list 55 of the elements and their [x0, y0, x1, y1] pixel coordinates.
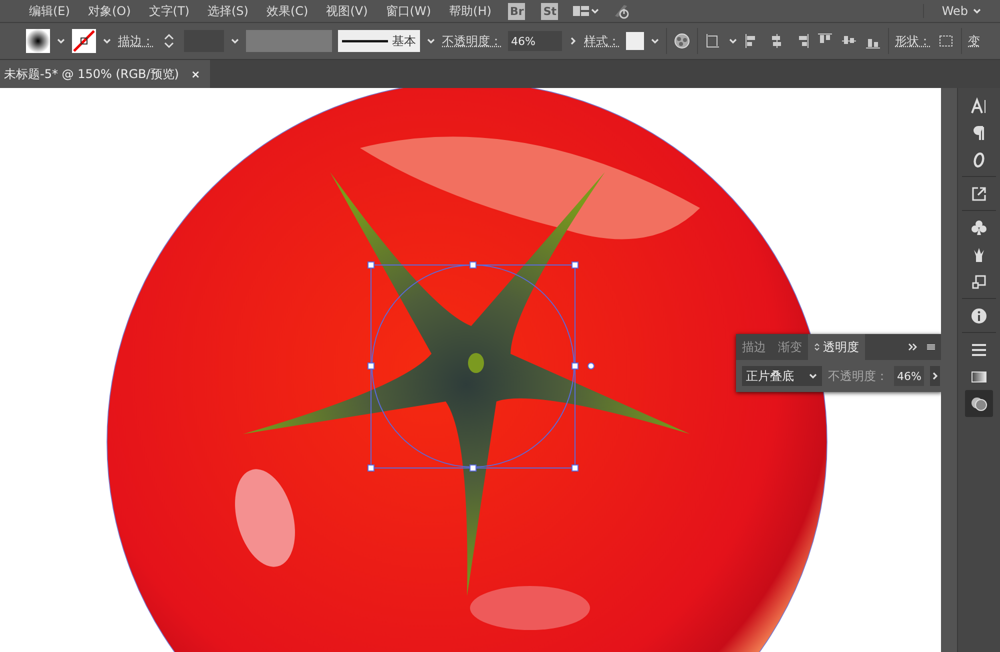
opacity-label: 不透明度：	[828, 368, 888, 384]
menu-item[interactable]: 窗口(W)	[376, 2, 440, 20]
chevron-right-icon	[930, 371, 940, 381]
panel-tab[interactable]: 渐变	[772, 334, 808, 360]
artboard-icon[interactable]	[704, 32, 722, 50]
line-icon	[342, 39, 388, 43]
chevron-down-icon[interactable]	[230, 36, 240, 46]
style-swatch[interactable]	[626, 32, 644, 50]
style-label: 样式：	[584, 32, 620, 50]
menu-icon[interactable]	[926, 342, 936, 352]
circles-icon	[970, 394, 988, 412]
workspace-switcher[interactable]: Web	[942, 4, 968, 18]
menu-item[interactable]: 文字(T)	[140, 2, 198, 20]
panel-tab[interactable]: 透明度	[808, 334, 865, 360]
panel-tab[interactable]: 描边	[736, 334, 772, 360]
stroke-label: 描边：	[118, 32, 154, 50]
chevron-down-icon[interactable]	[56, 36, 66, 46]
info-icon	[970, 306, 988, 324]
app-badge[interactable]: Br	[508, 2, 526, 20]
stroke-swatch[interactable]	[72, 29, 96, 53]
chevron-down-icon[interactable]	[426, 36, 436, 46]
chevron-down-icon	[808, 371, 818, 381]
opacity-field[interactable]: 46%	[508, 31, 562, 51]
selection-box[interactable]	[368, 262, 594, 472]
stroke-profile-dropdown[interactable]: 基本	[338, 30, 420, 52]
menu-item[interactable]: 编辑(E)	[20, 2, 79, 20]
chevron-down-icon[interactable]	[972, 6, 982, 16]
chevron-down-icon[interactable]	[650, 36, 660, 46]
variable-width-field[interactable]	[246, 30, 332, 52]
opacity-slider-button[interactable]	[930, 366, 940, 386]
updown-icon	[814, 342, 820, 352]
close-button[interactable]: ×	[191, 68, 200, 80]
transform-icon	[970, 272, 988, 290]
shape-label: 形状：	[895, 32, 931, 50]
panel-button[interactable]	[965, 390, 994, 417]
type-icon	[970, 96, 988, 114]
opacity-field[interactable]: 46%	[894, 366, 924, 386]
menu-item[interactable]: 选择(S)	[198, 2, 258, 20]
blend-mode-dropdown[interactable]: 正片叠底	[742, 366, 822, 386]
double-chevron-icon[interactable]	[908, 342, 918, 352]
club-icon	[970, 218, 988, 236]
menu-item[interactable]: 视图(V)	[317, 2, 377, 20]
fill-swatch[interactable]	[26, 29, 50, 53]
menu-item[interactable]: 效果(C)	[257, 2, 318, 20]
menu-item[interactable]: 帮助(H)	[440, 2, 500, 20]
chevron-down-icon[interactable]	[728, 36, 738, 46]
export-icon	[970, 184, 988, 202]
app-badge[interactable]: St	[541, 2, 558, 20]
chevron-right-icon[interactable]	[568, 36, 578, 46]
menu-item[interactable]: 对象(O)	[78, 2, 140, 20]
chevron-down-icon[interactable]	[590, 6, 600, 16]
opacity-label: 不透明度：	[442, 32, 502, 50]
transform-label[interactable]: 变	[968, 32, 980, 50]
chevron-down-icon[interactable]	[102, 36, 112, 46]
document-tab[interactable]: 未标题-5* @ 150% (RGB/预览)	[4, 66, 179, 82]
